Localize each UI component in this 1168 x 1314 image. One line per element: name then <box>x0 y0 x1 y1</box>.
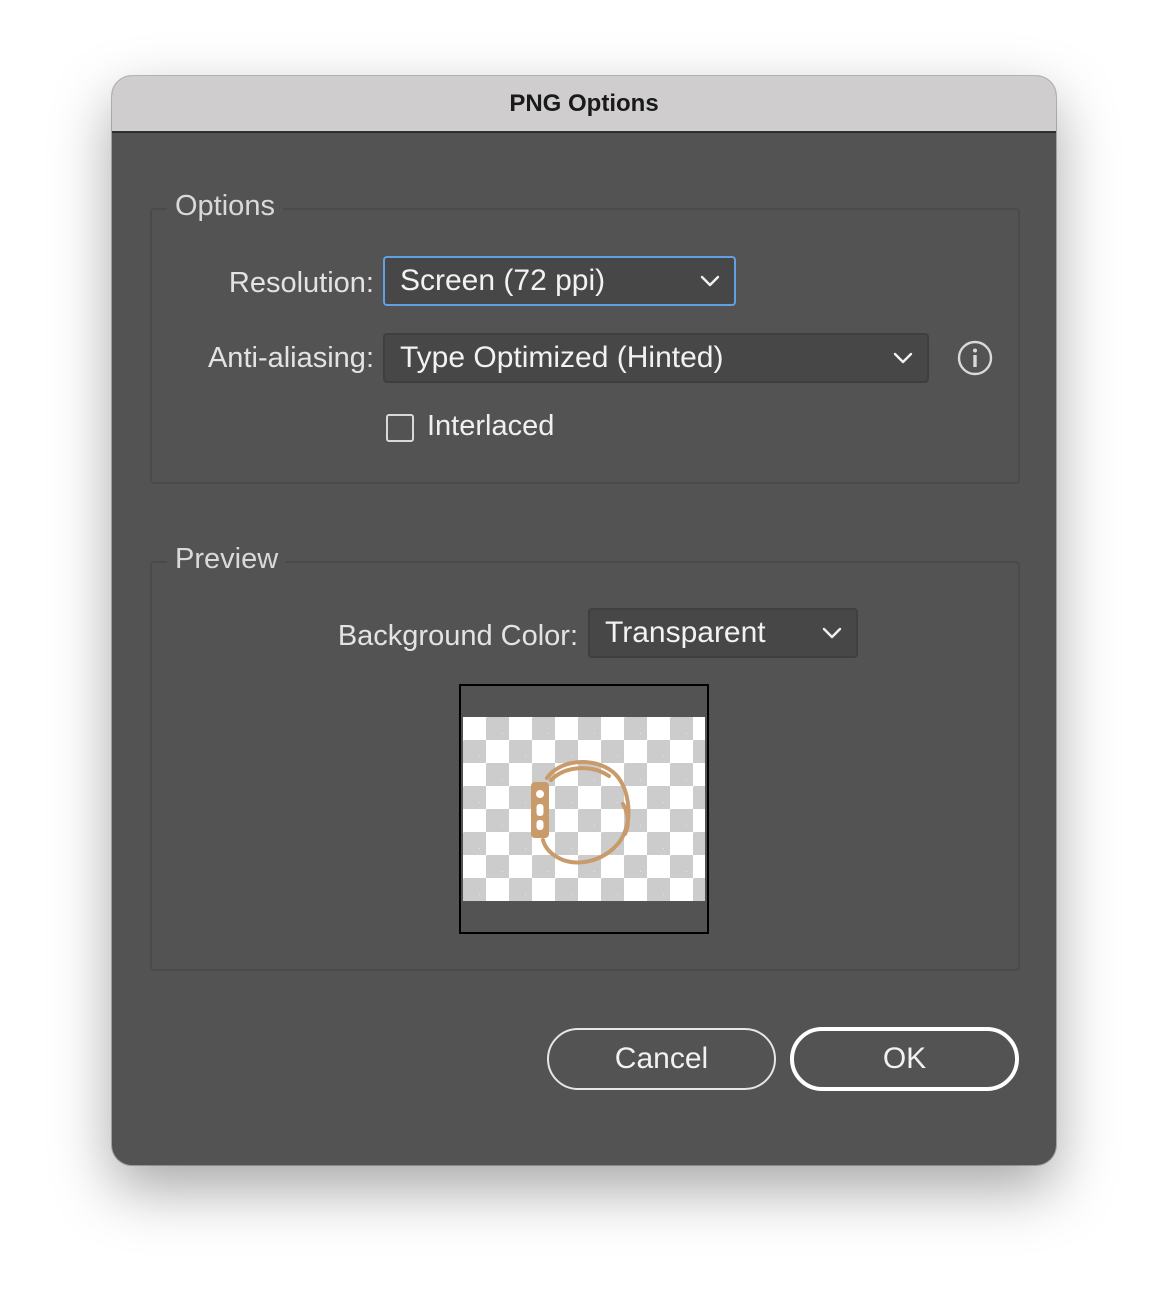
preview-thumbnail <box>459 684 709 934</box>
anti-aliasing-value: Type Optimized (Hinted) <box>400 341 724 374</box>
interlaced-label[interactable]: Interlaced <box>427 410 554 443</box>
dialog-title: PNG Options <box>112 76 1056 133</box>
chevron-down-icon <box>893 352 913 364</box>
png-options-dialog: PNG Options Options Resolution: Screen (… <box>112 76 1056 1165</box>
chevron-down-icon <box>822 627 842 639</box>
interlaced-checkbox[interactable] <box>386 414 414 442</box>
chevron-down-icon <box>700 275 720 287</box>
background-color-label: Background Color: <box>337 620 578 652</box>
anti-aliasing-label: Anti-aliasing: <box>207 342 374 374</box>
resolution-value: Screen (72 ppi) <box>400 264 606 297</box>
preview-group-title: Preview <box>167 543 287 576</box>
anti-aliasing-select[interactable]: Type Optimized (Hinted) <box>383 333 929 383</box>
info-circle-icon[interactable] <box>957 340 993 376</box>
smartwatch-icon <box>531 760 631 865</box>
background-color-select[interactable]: Transparent <box>588 608 858 658</box>
background-color-value: Transparent <box>605 616 766 649</box>
resolution-label: Resolution: <box>228 267 374 299</box>
resolution-select[interactable]: Screen (72 ppi) <box>383 256 736 306</box>
cancel-button[interactable]: Cancel <box>547 1028 776 1090</box>
ok-button[interactable]: OK <box>790 1027 1019 1091</box>
options-group-title: Options <box>167 190 283 223</box>
